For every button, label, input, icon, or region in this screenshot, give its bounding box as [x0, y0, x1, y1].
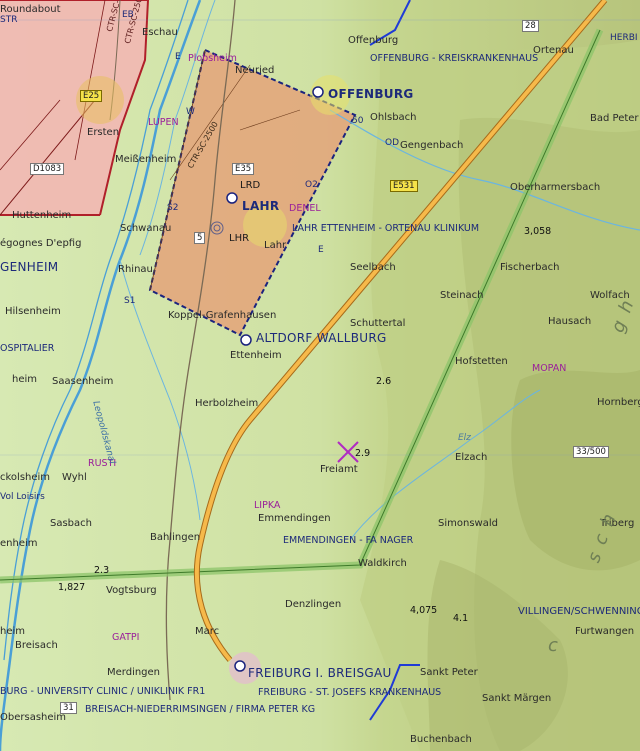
- label-elzach: Elzach: [455, 452, 488, 463]
- label-ckolsheim: ckolsheim: [0, 472, 51, 483]
- label-str: STR: [0, 15, 18, 25]
- label-neuried: Neuried: [235, 65, 275, 76]
- label-e531: E531: [390, 180, 418, 192]
- label-elev-2-3: 2.3: [94, 565, 110, 576]
- label-buchenbach: Buchenbach: [410, 734, 472, 745]
- label-mopan: MOPAN: [532, 363, 567, 374]
- label-emmendingen-fa-nager: EMMENDINGEN - FA NAGER: [283, 535, 414, 546]
- label-freiamt: Freiamt: [320, 464, 358, 475]
- label-vogtsburg: Vogtsburg: [106, 585, 157, 596]
- label-r50: 50: [352, 116, 364, 126]
- label-villingen: VILLINGEN/SCHWENNING: [518, 606, 640, 617]
- label-e35: E35: [232, 163, 255, 175]
- label-steinach: Steinach: [440, 290, 484, 301]
- label-lahr-small: Lahr: [264, 240, 287, 251]
- label-ortenau: Ortenau: [533, 45, 574, 56]
- label-enheim: enheim: [0, 538, 38, 549]
- label-o2: O2: [305, 180, 318, 190]
- label-bad-peter: Bad Peter: [590, 113, 639, 124]
- aeronautical-chart-map[interactable]: Roundabout STR EB Eschau E Plobsheim Neu…: [0, 0, 640, 751]
- label-ettenheim: Ettenheim: [230, 350, 282, 361]
- label-sankt-peter: Sankt Peter: [420, 667, 478, 678]
- label-r28: 28: [522, 20, 539, 32]
- label-s2: S2: [167, 203, 179, 213]
- label-freiburg-st-josefs: FREIBURG - ST. JOSEFS KRANKENHAUS: [258, 687, 442, 698]
- label-fischerbach: Fischerbach: [500, 262, 560, 273]
- label-offenburg-small: Offenburg: [348, 35, 399, 46]
- label-rhinau: Rhinau: [118, 264, 153, 275]
- label-w: W: [186, 107, 195, 117]
- label-plobsheim: Plobsheim: [188, 53, 237, 64]
- label-sasbach: Sasbach: [50, 518, 92, 529]
- label-lrd: LRD: [240, 180, 261, 191]
- label-lhr: LHR: [229, 233, 250, 244]
- label-ersten: Ersten: [87, 127, 120, 138]
- label-herbi: HERBI: [610, 33, 638, 43]
- label-elev-2-9: 2.9: [355, 448, 371, 459]
- label-gatpi: GATPI: [112, 632, 140, 643]
- label-gengenbach: Gengenbach: [400, 140, 464, 151]
- label-sankt-margen: Sankt Märgen: [482, 693, 552, 704]
- label-elev-2-6: 2.6: [376, 376, 392, 387]
- label-lahr: LAHR: [242, 199, 280, 213]
- label-huttenheim: Huttenheim: [12, 210, 72, 221]
- label-bahlingen: Bahlingen: [150, 532, 201, 543]
- label-elev-1827: 1,827: [58, 582, 86, 593]
- label-saasenheim: Saasenheim: [52, 376, 114, 387]
- label-eschau: Eschau: [142, 27, 178, 38]
- label-wyhl: Wyhl: [62, 472, 87, 483]
- label-heim2: heim: [0, 626, 26, 637]
- label-breisach: Breisach: [15, 640, 58, 651]
- label-lupen: LUPEN: [148, 117, 179, 128]
- label-schwanau: Schwanau: [120, 223, 172, 234]
- label-e-small: E: [175, 52, 181, 62]
- label-breisach-niederrimsingen: BREISACH-NIEDERRIMSINGEN / FIRMA PETER K…: [85, 704, 316, 715]
- label-waldkirch: Waldkirch: [358, 558, 407, 569]
- label-s1: S1: [124, 296, 136, 306]
- label-hausach: Hausach: [548, 316, 592, 327]
- label-offenburg: OFFENBURG: [328, 87, 414, 101]
- label-merdingen: Merdingen: [107, 667, 161, 678]
- label-schuttertal: Schuttertal: [350, 318, 406, 329]
- label-denel: DENEL: [289, 203, 321, 214]
- label-denzlingen: Denzlingen: [285, 599, 342, 610]
- label-frequency: 33/500: [573, 446, 609, 458]
- label-altdorf-wallburg: ALTDORF WALLBURG: [256, 331, 387, 345]
- label-marc: Marc: [195, 626, 220, 637]
- label-hilsenheim: Hilsenheim: [5, 306, 61, 317]
- label-od: OD: [385, 138, 400, 148]
- label-hofstetten: Hofstetten: [455, 356, 508, 367]
- label-obersasheim: Obersasheim: [0, 712, 67, 723]
- label-oberharmersbach: Oberharmersbach: [510, 182, 601, 193]
- label-lipka: LIPKA: [254, 500, 281, 511]
- label-ohlsbach: Ohlsbach: [370, 112, 417, 123]
- label-elev-4-1: 4.1: [453, 613, 469, 624]
- label-elz: Elz: [458, 433, 471, 443]
- label-koppel: Koppel-Grafenhausen: [168, 310, 277, 321]
- label-herbolzheim: Herbolzheim: [195, 398, 259, 409]
- label-elev-4075: 4,075: [410, 605, 438, 616]
- label-hornberg: Hornberg: [597, 397, 640, 408]
- label-heim: heim: [12, 374, 38, 385]
- label-roundabout: Roundabout: [0, 4, 61, 15]
- label-offenburg-hospital: OFFENBURG - KREISKRANKENHAUS: [370, 53, 539, 64]
- label-seelbach: Seelbach: [350, 262, 396, 273]
- label-ospitalier: OSPITALIER: [0, 343, 55, 354]
- label-r5: 5: [194, 232, 206, 244]
- label-egognes: égognes D'epfig: [0, 238, 82, 249]
- label-freiburg-university: BURG - UNIVERSITY CLINIC / UNIKLINIK FR1: [0, 686, 206, 697]
- label-e-lahr: E: [318, 245, 324, 255]
- label-meissenheim: Meißenheim: [115, 154, 177, 165]
- label-furtwangen: Furtwangen: [575, 626, 635, 637]
- label-d1083: D1083: [30, 163, 65, 175]
- label-vol-loisirs: Vol Loisirs: [0, 492, 45, 502]
- label-e25: E25: [80, 90, 103, 102]
- label-lahr-ettenheim-hospital: LAHR ETTENHEIM - ORTENAU KLINIKUM: [292, 223, 480, 234]
- label-emmendingen: Emmendingen: [258, 513, 331, 524]
- label-simonswald: Simonswald: [438, 518, 498, 529]
- label-genheim: GENHEIM: [0, 260, 59, 274]
- label-elev-3058: 3,058: [524, 226, 552, 237]
- label-forest-c: c: [548, 635, 560, 656]
- label-freiburg: FREIBURG I. BREISGAU: [248, 666, 392, 680]
